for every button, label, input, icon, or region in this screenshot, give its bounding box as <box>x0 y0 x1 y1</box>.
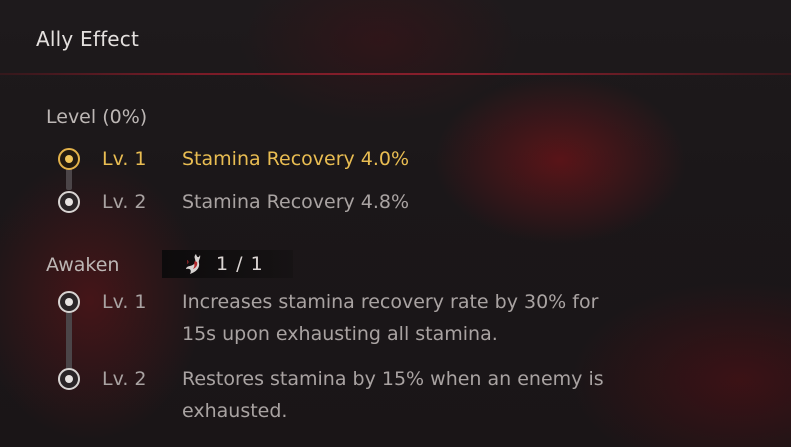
panel-header: Ally Effect <box>0 0 791 74</box>
awaken-item-2-description: Restores stamina by 15% when an enemy is… <box>182 363 604 427</box>
awaken-item-1[interactable]: Lv. 1 Increases stamina recovery rate by… <box>58 289 598 350</box>
inactive-radio-icon[interactable] <box>58 291 80 313</box>
level-item-1-level: Lv. 1 <box>102 148 147 170</box>
level-item-2-level: Lv. 2 <box>102 191 147 213</box>
inactive-radio-icon[interactable] <box>58 191 80 213</box>
level-item-2[interactable]: Lv. 2 Stamina Recovery 4.8% <box>58 189 409 215</box>
header-divider <box>0 73 791 75</box>
awaken-section-label: Awaken <box>46 254 120 276</box>
awaken-item-2-description-line2: exhausted. <box>182 400 288 422</box>
inactive-radio-icon[interactable] <box>58 368 80 390</box>
awaken-count: 1 / 1 <box>216 253 264 275</box>
awaken-item-2-level: Lv. 2 <box>102 368 147 390</box>
level-item-1-description: Stamina Recovery 4.0% <box>182 148 410 170</box>
ember-icon <box>186 254 201 274</box>
awaken-item-1-description-line1: Increases stamina recovery rate by 30% f… <box>182 291 599 313</box>
awaken-item-1-level: Lv. 1 <box>102 291 147 313</box>
level-section-label: Level (0%) <box>46 106 148 128</box>
awaken-item-1-description: Increases stamina recovery rate by 30% f… <box>182 286 598 350</box>
level-item-1[interactable]: Lv. 1 Stamina Recovery 4.0% <box>58 146 409 172</box>
awaken-count-badge: 1 / 1 <box>162 250 293 278</box>
awaken-item-2-description-line1: Restores stamina by 15% when an enemy is <box>182 368 604 390</box>
active-radio-icon[interactable] <box>58 148 80 170</box>
awaken-item-2[interactable]: Lv. 2 Restores stamina by 15% when an en… <box>58 366 604 427</box>
level-item-2-description: Stamina Recovery 4.8% <box>182 191 410 213</box>
panel-title: Ally Effect <box>36 27 140 51</box>
awaken-item-1-description-line2: 15s upon exhausting all stamina. <box>182 323 498 345</box>
